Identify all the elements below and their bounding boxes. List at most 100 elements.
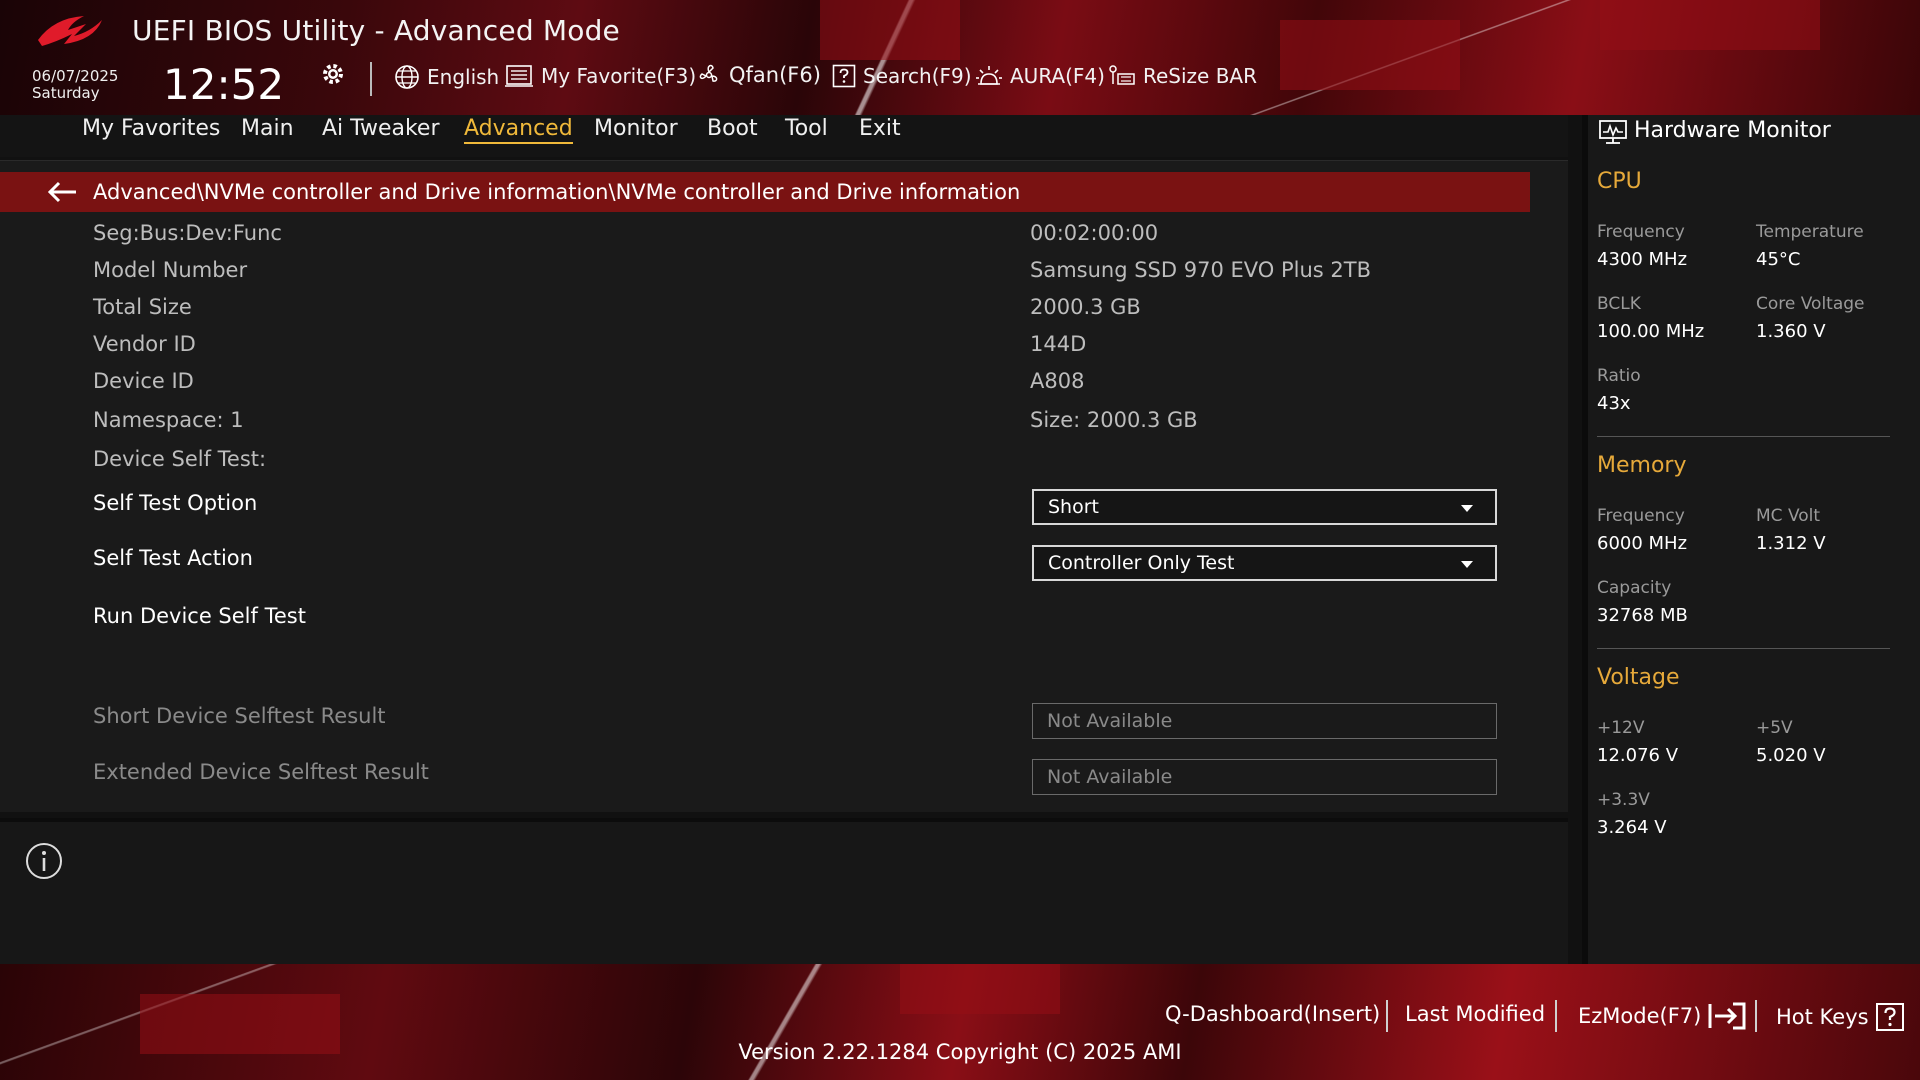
voltage-5v-label: +5V: [1756, 718, 1793, 738]
menu-boot[interactable]: Boot: [707, 116, 758, 141]
self-test-option-label: Self Test Option: [93, 491, 258, 515]
qfan-label: Qfan(F6): [729, 63, 821, 87]
header-decor: [1600, 0, 1820, 50]
search-button[interactable]: Search(F9): [832, 62, 972, 90]
memory-frequency-value: 6000 MHz: [1597, 533, 1688, 554]
footer-separator: [1755, 1000, 1757, 1032]
my-favorite-button[interactable]: My Favorite(F3): [504, 62, 696, 90]
language-button[interactable]: English: [394, 63, 499, 91]
info-value: 144D: [1030, 332, 1087, 356]
hw-section-voltage: Voltage: [1597, 665, 1680, 690]
extended-selftest-result-label: Extended Device Selftest Result: [93, 760, 429, 784]
info-icon: [26, 843, 62, 879]
cpu-core-voltage-label: Core Voltage: [1756, 294, 1865, 314]
cpu-frequency-label: Frequency: [1597, 222, 1685, 242]
cpu-bclk-value: 100.00 MHz: [1597, 321, 1705, 342]
main-menu-bar: [0, 115, 1568, 157]
short-selftest-result-field: Not Available: [1032, 703, 1497, 739]
cpu-frequency-value: 4300 MHz: [1597, 249, 1688, 270]
search-label: Search(F9): [863, 64, 972, 88]
voltage-5v-value: 5.020 V: [1756, 745, 1826, 766]
voltage-12v-label: +12V: [1597, 718, 1645, 738]
menu-exit[interactable]: Exit: [859, 116, 901, 141]
hw-section-memory: Memory: [1597, 453, 1687, 478]
clock-display: 12:52: [163, 60, 285, 109]
resize-bar-button[interactable]: ReSize BAR: [1108, 62, 1257, 90]
chevron-down-icon: [1461, 505, 1473, 512]
language-label: English: [427, 65, 500, 89]
cpu-ratio-value: 43x: [1597, 393, 1631, 414]
version-copyright: Version 2.22.1284 Copyright (C) 2025 AMI: [738, 1040, 1182, 1064]
ezmode-label: EzMode(F7): [1578, 1004, 1702, 1028]
question-box-icon: [1875, 1003, 1904, 1031]
resize-bar-label: ReSize BAR: [1143, 64, 1258, 88]
last-modified-button[interactable]: Last Modified: [1405, 1002, 1545, 1026]
info-label: Vendor ID: [93, 332, 196, 356]
info-label: Namespace: 1: [93, 408, 244, 432]
cpu-bclk-label: BCLK: [1597, 294, 1641, 314]
info-label: Device Self Test:: [93, 447, 267, 471]
aura-icon: [976, 66, 1002, 85]
chevron-down-icon: [1461, 561, 1473, 568]
info-label: Total Size: [93, 295, 192, 319]
cpu-core-voltage-value: 1.360 V: [1756, 321, 1826, 342]
aura-button[interactable]: AURA(F4): [975, 62, 1105, 90]
memory-frequency-label: Frequency: [1597, 506, 1685, 526]
info-value: 2000.3 GB: [1030, 295, 1141, 319]
self-test-action-value: Controller Only Test: [1048, 552, 1235, 574]
q-dashboard-button[interactable]: Q-Dashboard(Insert): [1165, 1002, 1380, 1026]
header-decor: [1280, 20, 1460, 90]
breadcrumb: Advanced\NVMe controller and Drive infor…: [93, 180, 1021, 204]
self-test-option-dropdown[interactable]: Short: [1032, 489, 1497, 525]
menu-ai-tweaker[interactable]: Ai Tweaker: [322, 116, 440, 141]
fan-icon: [699, 64, 718, 82]
self-test-option-value: Short: [1048, 496, 1099, 518]
gear-icon: [323, 64, 343, 84]
hw-divider: [1597, 648, 1890, 649]
self-test-action-label: Self Test Action: [93, 546, 253, 570]
extended-selftest-result-field: Not Available: [1032, 759, 1497, 795]
my-favorite-label: My Favorite(F3): [541, 64, 697, 88]
voltage-3v3-value: 3.264 V: [1597, 817, 1667, 838]
voltage-3v3-label: +3.3V: [1597, 790, 1650, 810]
settings-button[interactable]: [320, 60, 346, 88]
voltage-12v-value: 12.076 V: [1597, 745, 1679, 766]
extended-selftest-result-value: Not Available: [1047, 766, 1173, 788]
favorite-list-icon: [505, 65, 533, 87]
cpu-ratio-label: Ratio: [1597, 366, 1641, 386]
globe-icon: [395, 65, 419, 89]
date-display: 06/07/2025 Saturday: [32, 68, 118, 102]
short-selftest-result-value: Not Available: [1047, 710, 1173, 732]
menu-main[interactable]: Main: [241, 116, 294, 141]
info-label: Seg:Bus:Dev:Func: [93, 221, 282, 245]
run-device-self-test-button[interactable]: Run Device Self Test: [93, 604, 306, 628]
footer-decor: [900, 964, 1060, 1014]
memory-capacity-value: 32768 MB: [1597, 605, 1688, 626]
hot-keys-label: Hot Keys: [1776, 1005, 1869, 1029]
ezmode-button[interactable]: EzMode(F7): [1578, 1002, 1747, 1030]
cpu-temperature-label: Temperature: [1756, 222, 1864, 242]
menu-advanced[interactable]: Advanced: [464, 116, 573, 144]
app-title: UEFI BIOS Utility - Advanced Mode: [132, 14, 620, 47]
header-decor: [820, 0, 960, 60]
short-selftest-result-label: Short Device Selftest Result: [93, 704, 386, 728]
date-text: 06/07/2025: [32, 67, 119, 85]
hw-section-cpu: CPU: [1597, 169, 1642, 194]
menu-tool[interactable]: Tool: [785, 116, 828, 141]
back-arrow-icon[interactable]: [46, 180, 78, 204]
menu-my-favorites[interactable]: My Favorites: [82, 116, 220, 141]
resize-bar-icon: [1109, 65, 1135, 85]
cpu-temperature-value: 45°C: [1756, 249, 1801, 270]
hot-keys-button[interactable]: Hot Keys: [1776, 1002, 1905, 1032]
footer-separator: [1386, 1000, 1388, 1032]
info-value: 00:02:00:00: [1030, 221, 1159, 245]
day-text: Saturday: [32, 84, 100, 102]
memory-mc-volt-value: 1.312 V: [1756, 533, 1826, 554]
menu-monitor[interactable]: Monitor: [594, 116, 678, 141]
self-test-action-dropdown[interactable]: Controller Only Test: [1032, 545, 1497, 581]
memory-mc-volt-label: MC Volt: [1756, 506, 1821, 526]
help-box-icon: [832, 64, 856, 88]
info-label: Device ID: [93, 369, 194, 393]
qfan-button[interactable]: Qfan(F6): [696, 61, 821, 89]
monitor-icon: [1599, 120, 1627, 144]
